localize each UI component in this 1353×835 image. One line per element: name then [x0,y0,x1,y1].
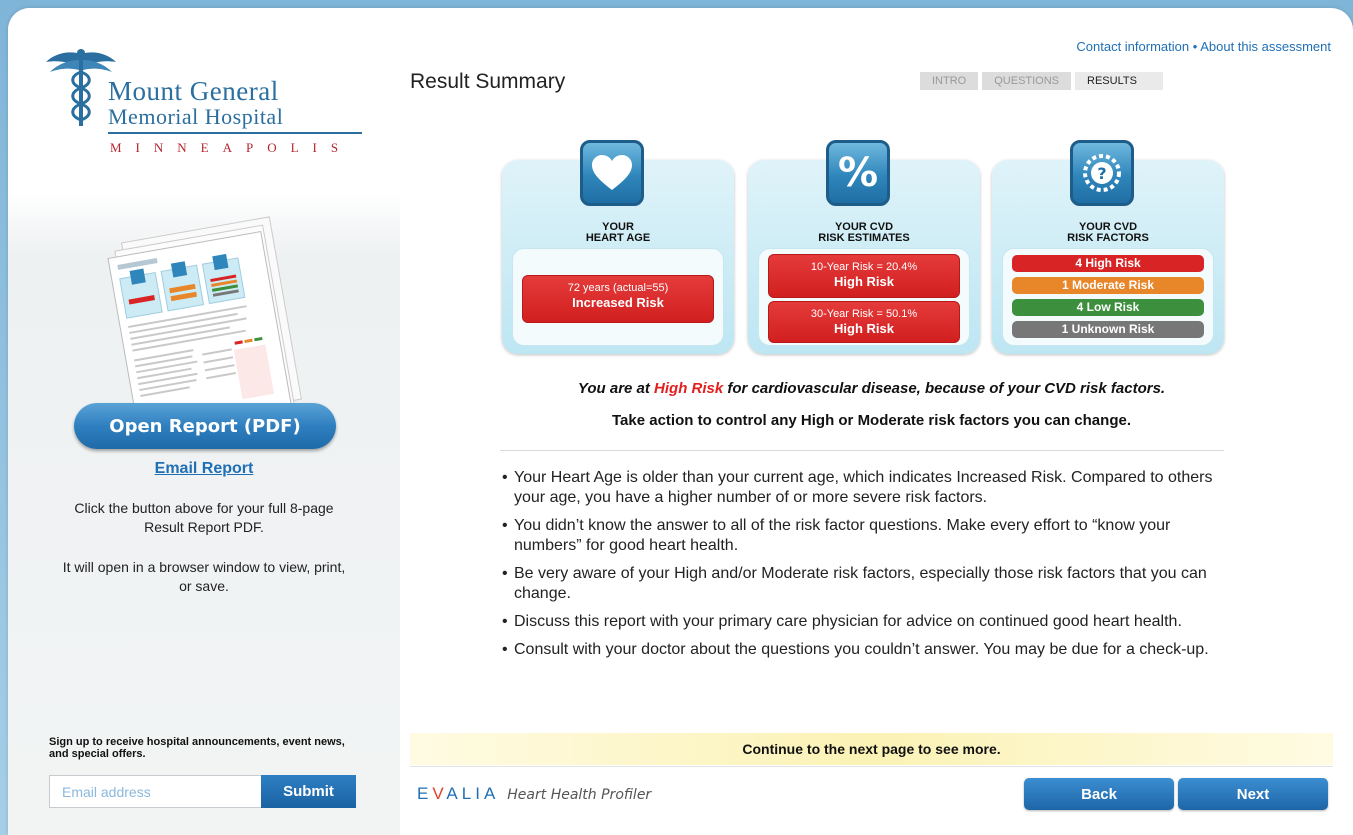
list-item: Discuss this report with your primary ca… [502,612,1242,632]
moderate-risk-count: 1 Moderate Risk [1012,277,1204,294]
risk-summary-pre: You are at [577,380,655,397]
heart-age-card: YOUR HEART AGE 72 years (actual=55) Incr… [502,140,734,354]
footer-divider [410,766,1333,767]
link-separator: • [1192,39,1198,54]
caduceus-icon [46,49,116,126]
list-item: Be very aware of your High and/or Modera… [502,564,1242,604]
open-report-button[interactable]: Open Report (PDF) [74,403,336,449]
risk-factors-title-l2: RISK FACTORS [1067,232,1149,244]
submit-button[interactable]: Submit [261,775,356,808]
thirty-year-risk-value: 30-Year Risk = 50.1% [810,308,918,320]
product-name: Heart Health Profiler [507,787,652,803]
about-assessment-link[interactable]: About this assessment [1200,39,1331,54]
heart-age-title-l2: HEART AGE [585,232,651,244]
contact-information-link[interactable]: Contact information [1076,39,1189,54]
low-risk-count: 4 Low Risk [1012,299,1204,316]
list-item: You didn’t know the answer to all of the… [502,516,1242,556]
logo-divider [108,132,362,134]
evalia-logo-e: E [417,784,433,803]
risk-estimates-card: % YOUR CVD RISK ESTIMATES 10-Year Risk =… [748,140,980,354]
email-input[interactable] [49,775,261,808]
signup-text: Sign up to receive hospital announcement… [49,736,345,760]
risk-estimates-title: YOUR CVD RISK ESTIMATES [748,222,980,244]
heart-icon [580,140,644,206]
risk-estimates-title-l2: RISK ESTIMATES [818,232,910,244]
thirty-year-risk-status: High Risk [834,321,894,336]
recommendations-list: Your Heart Age is older than your curren… [502,468,1242,668]
top-links: Contact information • About this assessm… [1076,39,1331,54]
divider [500,450,1224,451]
heart-age-panel: 72 years (actual=55) Increased Risk [512,248,724,346]
heart-age-value: 72 years (actual=55) [567,282,669,294]
risk-factors-panel: 4 High Risk 1 Moderate Risk 4 Low Risk 1… [1002,248,1214,346]
svg-text:?: ? [1097,164,1106,183]
sidebar: Mount General Memorial Hospital MINNEAPO… [8,8,400,835]
action-statement: Take action to control any High or Moder… [611,412,1131,429]
heart-age-title: YOUR HEART AGE [502,222,734,244]
risk-summary: You are at High Risk for cardiovascular … [410,380,1333,397]
hospital-city: MINNEAPOLIS [110,140,353,155]
evalia-logo-rest: ALIA [446,784,500,803]
heart-age-result: 72 years (actual=55) Increased Risk [522,275,714,323]
risk-summary-highlight: High Risk [654,380,724,397]
continue-banner: Continue to the next page to see more. [410,733,1333,765]
tab-results[interactable]: RESULTS [1075,72,1164,90]
page-title: Result Summary [410,70,566,93]
hospital-name-line2: Memorial Hospital [108,104,284,129]
back-button[interactable]: Back [1024,778,1174,810]
report-preview-image [107,216,302,423]
risk-summary-post: for cardiovascular disease, because of y… [723,380,1166,397]
thirty-year-risk: 30-Year Risk = 50.1% High Risk [768,301,960,343]
heart-age-status: Increased Risk [572,295,664,310]
question-gear-icon: ? [1070,140,1134,206]
ten-year-risk-value: 10-Year Risk = 20.4% [810,261,918,273]
hospital-logo: Mount General Memorial Hospital MINNEAPO… [46,48,366,158]
report-description: Click the button above for your full 8-p… [74,500,334,535]
risk-factors-card: ? YOUR CVD RISK FACTORS 4 High Risk 1 Mo… [992,140,1224,354]
risk-factors-title: YOUR CVD RISK FACTORS [992,222,1224,244]
high-risk-count: 4 High Risk [1012,255,1204,272]
tab-questions[interactable]: QUESTIONS [982,72,1072,90]
risk-estimates-panel: 10-Year Risk = 20.4% High Risk 30-Year R… [758,248,970,346]
evalia-logo-v: V [432,784,447,803]
ten-year-risk: 10-Year Risk = 20.4% High Risk [768,254,960,298]
app-window: Mount General Memorial Hospital MINNEAPO… [8,8,1353,835]
list-item: Consult with your doctor about the quest… [502,640,1242,660]
percent-icon: % [826,140,890,206]
tab-intro[interactable]: INTRO [920,72,979,90]
email-report-link[interactable]: Email Report [8,460,400,478]
next-button[interactable]: Next [1178,778,1328,810]
hospital-name-line1: Mount General [108,76,279,106]
evalia-logo: EVALIA [417,784,499,804]
evalia-brand: EVALIA Heart Health Profiler [417,784,651,804]
unknown-risk-count: 1 Unknown Risk [1012,321,1204,338]
list-item: Your Heart Age is older than your curren… [502,468,1242,508]
progress-tabs: INTRO QUESTIONS RESULTS [920,72,1164,90]
ten-year-risk-status: High Risk [834,274,894,289]
report-open-note: It will open in a browser window to view… [62,559,346,594]
